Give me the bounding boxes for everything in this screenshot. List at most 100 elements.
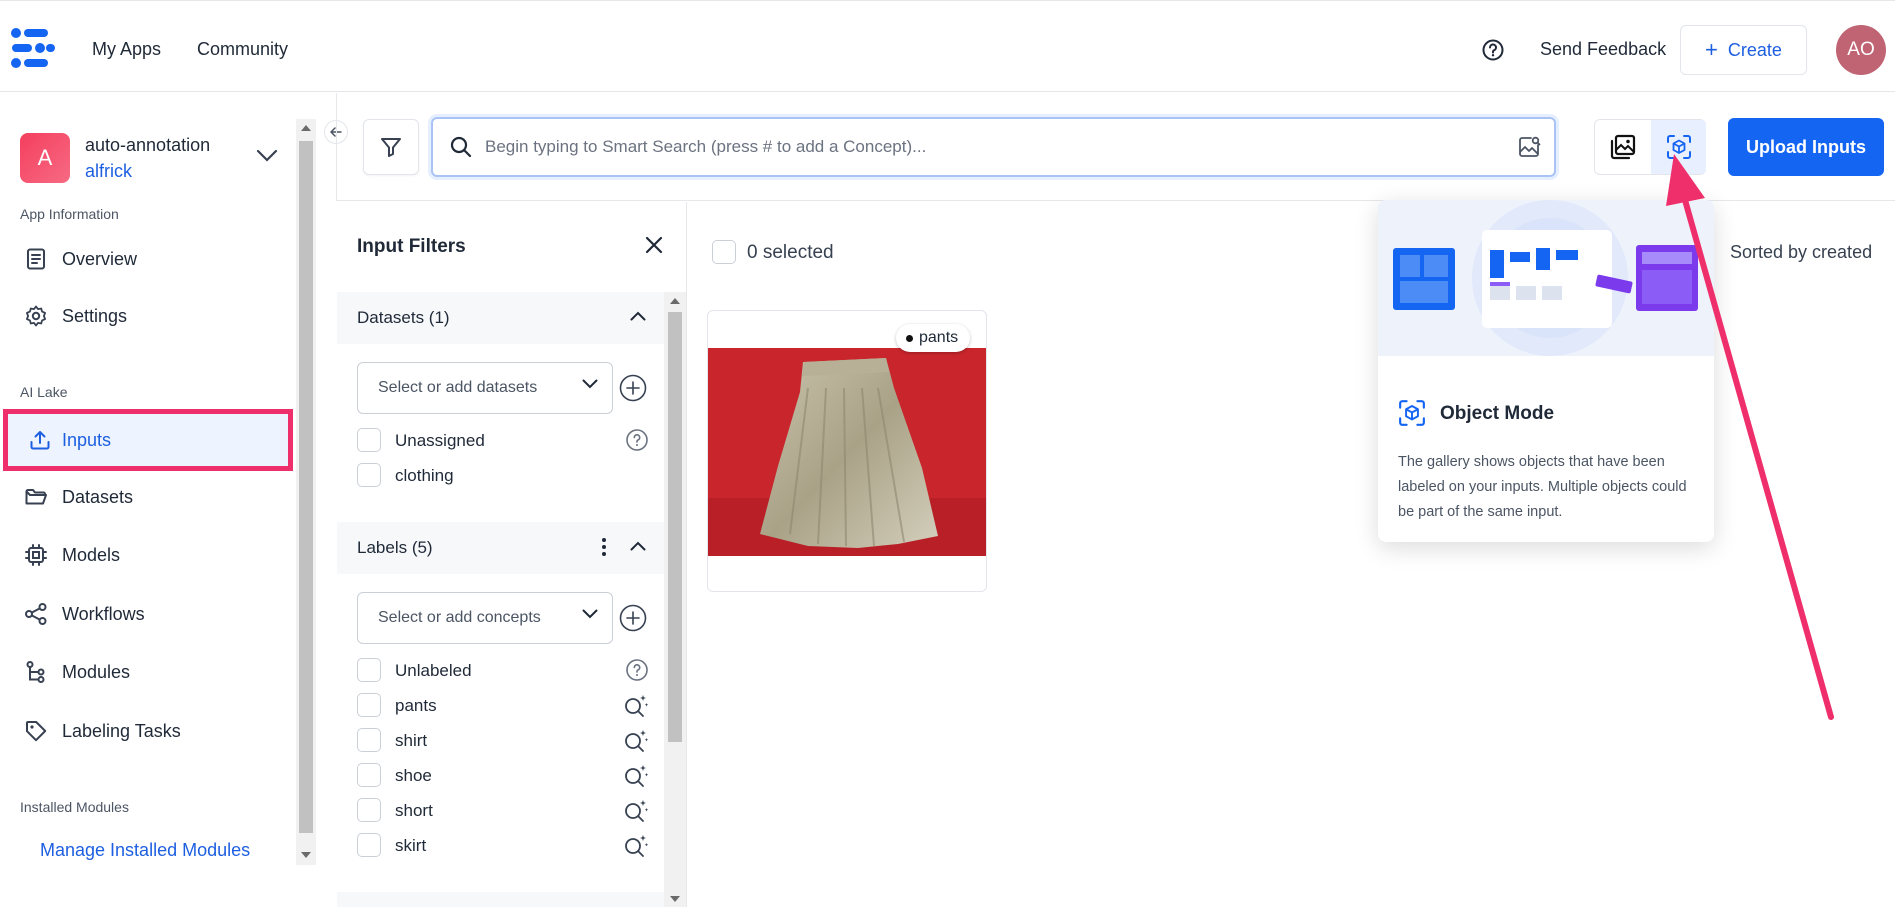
app-owner[interactable]: alfrick	[85, 161, 132, 182]
datasets-select-placeholder: Select or add datasets	[378, 379, 538, 396]
label-row-shoe[interactable]: shoe	[357, 763, 649, 789]
upload-inputs-button[interactable]: Upload Inputs	[1728, 118, 1884, 176]
label-row-unlabeled[interactable]: Unlabeled	[357, 658, 649, 684]
scroll-up-icon[interactable]	[670, 298, 680, 304]
app-name[interactable]: auto-annotation	[85, 135, 210, 156]
chip-icon	[24, 543, 48, 567]
view-mode-toggle	[1594, 119, 1706, 175]
magic-search-icon[interactable]	[623, 798, 649, 822]
label-row-short[interactable]: short	[357, 798, 649, 824]
help-icon[interactable]	[1482, 39, 1504, 61]
send-feedback-link[interactable]: Send Feedback	[1540, 39, 1666, 60]
sidebar-item-labeling-tasks[interactable]: Labeling Tasks	[0, 704, 292, 758]
create-label: Create	[1727, 39, 1782, 60]
sidebar-item-inputs[interactable]: Inputs	[3, 409, 293, 471]
checkbox[interactable]	[357, 763, 381, 787]
checkbox[interactable]	[357, 463, 381, 487]
manage-installed-modules-link[interactable]: Manage Installed Modules	[40, 840, 250, 861]
image-search-icon[interactable]	[1517, 135, 1541, 159]
label-text: shoe	[395, 766, 432, 785]
my-apps-link[interactable]: My Apps	[92, 39, 161, 60]
dataset-row-unassigned[interactable]: Unassigned	[357, 428, 649, 454]
select-all-checkbox[interactable]	[712, 240, 736, 264]
labels-section-header[interactable]: Labels (5)	[337, 522, 664, 574]
upload-icon	[28, 428, 52, 452]
chevron-up-icon[interactable]	[630, 541, 646, 551]
sidebar-item-label: Modules	[62, 661, 131, 682]
gallery-mode-button[interactable]	[1595, 120, 1651, 174]
scroll-down-icon[interactable]	[670, 896, 680, 902]
plus-icon: +	[1705, 37, 1718, 62]
chevron-down-icon[interactable]	[256, 149, 278, 163]
search-icon	[449, 135, 473, 159]
datasets-select[interactable]: Select or add datasets	[357, 362, 613, 414]
sidebar-item-models[interactable]: Models	[0, 528, 292, 582]
sidebar-item-label: Datasets	[62, 486, 134, 507]
object-mode-icon	[1398, 399, 1426, 427]
checkbox[interactable]	[357, 658, 381, 682]
input-filters-title: Input Filters	[357, 236, 466, 257]
sidebar-item-modules[interactable]: Modules	[0, 645, 292, 699]
sidebar-item-workflows[interactable]: Workflows	[0, 587, 292, 641]
magic-search-icon[interactable]	[623, 763, 649, 787]
smart-search-box[interactable]	[431, 117, 1556, 177]
object-mode-button[interactable]	[1651, 120, 1706, 174]
checkbox[interactable]	[357, 798, 381, 822]
scrollbar-thumb[interactable]	[668, 312, 682, 742]
community-link[interactable]: Community	[197, 39, 288, 60]
images-icon	[1610, 134, 1636, 160]
sidebar-item-overview[interactable]: Overview	[0, 232, 292, 286]
sidebar-scrollbar[interactable]	[296, 119, 316, 865]
installed-modules-label: Installed Modules	[20, 799, 129, 815]
sidebar-item-settings[interactable]: Settings	[0, 289, 292, 343]
label-row-shirt[interactable]: shirt	[357, 728, 649, 754]
clarifai-logo-icon[interactable]	[10, 27, 56, 69]
checkbox[interactable]	[357, 693, 381, 717]
chevron-down-icon	[582, 609, 598, 619]
more-vertical-icon[interactable]	[601, 537, 607, 557]
question-circle-icon[interactable]	[625, 658, 649, 682]
sidebar: A auto-annotation alfrick App Informatio…	[0, 93, 316, 907]
object-mode-illustration	[1378, 200, 1714, 356]
question-circle-icon[interactable]	[625, 428, 649, 452]
tag-icon	[24, 719, 48, 743]
input-card[interactable]: pants	[707, 310, 987, 592]
magic-search-icon[interactable]	[623, 693, 649, 717]
sidebar-item-datasets[interactable]: Datasets	[0, 470, 292, 524]
selected-count: 0 selected	[747, 242, 834, 263]
search-input[interactable]	[485, 131, 1485, 163]
filters-scrollbar[interactable]	[664, 292, 686, 907]
magic-search-icon[interactable]	[623, 833, 649, 857]
app-badge: A	[20, 133, 70, 183]
chevron-down-icon	[582, 379, 598, 389]
dataset-row-clothing[interactable]: clothing	[357, 463, 647, 489]
add-dataset-icon[interactable]	[619, 374, 647, 402]
checkbox[interactable]	[357, 728, 381, 752]
scroll-down-icon[interactable]	[301, 852, 311, 858]
filter-icon	[381, 138, 401, 157]
input-thumbnail[interactable]	[708, 348, 986, 556]
label-text: skirt	[395, 836, 427, 855]
add-concept-icon[interactable]	[619, 604, 647, 632]
user-avatar[interactable]: AO	[1836, 25, 1886, 75]
sort-dropdown[interactable]: Sorted by created	[1730, 242, 1872, 263]
label-row-pants[interactable]: pants	[357, 693, 649, 719]
datasets-section-header[interactable]: Datasets (1)	[337, 292, 664, 344]
filter-button[interactable]	[363, 119, 419, 175]
checkbox[interactable]	[357, 833, 381, 857]
tree-icon	[24, 660, 48, 684]
scrollbar-thumb[interactable]	[299, 141, 313, 833]
sidebar-item-label: Overview	[62, 248, 138, 269]
label-row-skirt[interactable]: skirt	[357, 833, 649, 859]
scroll-up-icon[interactable]	[301, 125, 311, 131]
document-icon	[24, 247, 48, 271]
chevron-up-icon[interactable]	[630, 311, 646, 321]
concepts-select[interactable]: Select or add concepts	[357, 592, 613, 644]
close-icon[interactable]	[645, 236, 663, 254]
checkbox[interactable]	[357, 428, 381, 452]
magic-search-icon[interactable]	[623, 728, 649, 752]
app-information-label: App Information	[20, 206, 119, 222]
input-filters-panel: Input Filters Datasets (1) Select or add…	[337, 202, 687, 907]
create-button[interactable]: + Create	[1680, 25, 1807, 75]
concept-chip: pants	[896, 324, 971, 352]
